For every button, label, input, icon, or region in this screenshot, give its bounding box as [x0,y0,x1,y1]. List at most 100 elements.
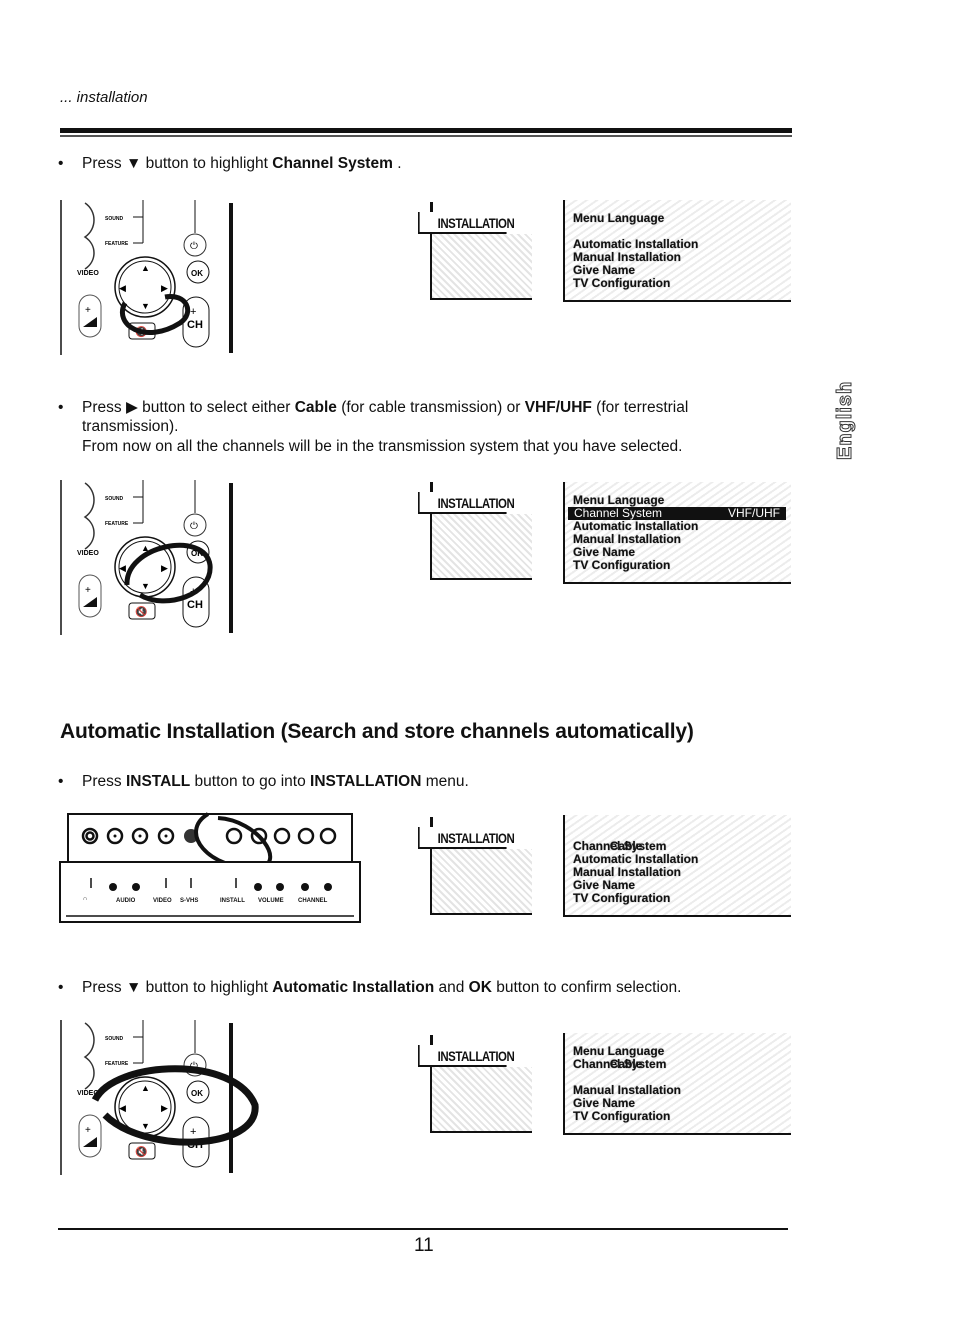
arrow-right-icon: ▶ [161,283,168,293]
osd-menu-item-label: Automatic Installation [573,519,699,533]
osd-menu-item-label: TV Configuration [573,1109,671,1123]
front-panel-label: VIDEO [153,898,172,904]
svg-text:OK: OK [191,1089,203,1098]
osd-menu-item-label: TV Configuration [573,276,671,290]
front-panel-drawing: ∩ AUDIO VIDEO S-VHS INSTALL VOLUME CHANNEL [59,812,361,923]
osd-menu-item-value: Cable [609,1057,643,1071]
step-text-fragment: Press [82,155,126,172]
remote-drawing: SOUND FEATURE ⏻ VIDEO ▲ ▼ ◀ ▶ OK + + CH … [60,480,233,635]
osd-menu-item: TV Configuration [573,559,670,572]
language-label: English [834,380,857,460]
step-text-fragment: button to go into [190,773,311,790]
svg-text:CH: CH [187,319,203,331]
osd-menu-item-value: VHF/UHF [728,506,780,520]
arrow-right-icon: ▶ [161,1103,168,1113]
step-text-fragment: menu. [421,773,469,790]
video-label: VIDEO [77,550,99,557]
osd-menu: Menu Language Channel System Cable Manual I… [563,1033,791,1135]
step-text-fragment: ▶ [125,399,138,416]
osd-menu-item-label: Menu Language [573,493,665,507]
osd-menu-item-label: Give Name [573,545,636,559]
front-panel-label: S-VHS [180,898,198,904]
osd-menu-item-label: Manual Installation [573,250,682,264]
front-panel-label: INSTALL [220,898,245,904]
osd-installation-tab: INSTALLATION [418,200,536,300]
remote-drawing: SOUND FEATURE ⏻ VIDEO ▲ ▼ ◀ ▶ OK + + CH … [60,200,233,355]
language-side-tab: English [822,330,866,460]
step-text: Press ▼ button to highlight Channel Syst… [82,155,402,172]
step-text-fragment: ▼ [125,979,142,996]
sound-label: SOUND [105,496,123,502]
step-keyword: Channel System [272,155,393,172]
bullet: • [58,399,64,416]
step-note: From now on all the channels will be in … [82,438,683,455]
arrow-left-icon: ◀ [119,563,126,573]
osd-menu-item-label: Give Name [573,878,636,892]
step-text-fragment: (for cable transmission) or [336,399,525,416]
svg-text:🔇: 🔇 [135,605,147,618]
arrow-up-icon: ▲ [141,263,150,273]
volume-button [78,294,102,338]
step-text-fragment: Press [82,979,126,996]
osd-menu-item: Channel System Cable [573,1058,666,1071]
remote-control-illustration: SOUND FEATURE ⏻ VIDEO ▲ ▼ ◀ ▶ OK + + CH … [55,1015,259,1180]
bullet: • [58,773,64,790]
step-text-fragment: button to highlight [141,155,273,172]
osd-tab-label: INSTALLATION [418,212,515,234]
step-text-fragment: Press [82,773,126,790]
bullet: • [58,979,64,996]
header-divider [60,128,792,133]
step-keyword: Cable [294,399,337,416]
step-text: Press INSTALL button to go into INSTALLA… [82,773,469,790]
remote-control-illustration: SOUND FEATURE ⏻ VIDEO ▲ ▼ ◀ ▶ OK + + CH … [55,195,245,360]
header-divider-thin [60,135,792,137]
arrow-down-icon: ▼ [141,581,150,591]
step-text-fragment: ▼ [125,155,142,172]
front-panel-label: AUDIO [116,898,136,904]
osd-menu: Channel System Cable Automatic Installatio… [563,815,791,917]
osd-menu-item-label: Menu Language [573,1044,665,1058]
osd-menu-item-label: Manual Installation [573,865,682,879]
arrow-up-icon: ▲ [141,1083,150,1093]
osd-tab-label: INSTALLATION [418,827,515,849]
bullet: • [58,155,64,172]
svg-text:⏻: ⏻ [190,241,198,252]
video-label: VIDEO [77,270,99,277]
osd-menu-item: TV Configuration [573,1110,670,1123]
svg-text:⏻: ⏻ [190,521,198,532]
arrow-down-icon: ▼ [141,1121,150,1131]
arrow-down-icon: ▼ [141,301,150,311]
section-header-label: ... installation [60,89,148,106]
step-text-fragment: button to confirm selection. [491,979,682,996]
arrow-left-icon: ◀ [119,283,126,293]
instruction-step: • Press ▼ button to highlight Automatic … [58,978,782,997]
section-title: Automatic Installation (Search and store… [60,720,694,743]
step-text: Press ▶ button to select either Cable (f… [82,399,693,435]
tv-front-panel-illustration: ∩ AUDIO VIDEO S-VHS INSTALL VOLUME CHANNEL [58,812,361,924]
feature-label: FEATURE [105,241,129,247]
svg-text:+: + [85,1125,91,1136]
osd-menu-item-label: TV Configuration [573,891,671,905]
step-keyword: OK [468,979,492,996]
osd-menu-item: TV Configuration [573,892,670,905]
page-number: 11 [414,1235,434,1256]
osd-menu: Menu Language Automatic Installation Manua… [563,200,791,302]
svg-text:+: + [190,306,196,318]
front-panel-label: VOLUME [258,898,284,904]
instruction-step: • Press ▼ button to highlight Channel Sy… [58,154,782,173]
instruction-step: • Press ▶ button to select either Cable … [58,398,772,456]
sound-label: SOUND [105,216,123,222]
svg-text:∩: ∩ [83,896,87,902]
step-keyword: INSTALL [125,773,191,790]
svg-text:+: + [85,305,91,316]
svg-text:🔇: 🔇 [135,1145,147,1158]
osd-menu-item-label: Manual Installation [573,532,682,546]
osd-menu-item-label: TV Configuration [573,558,671,572]
osd-menu-item: Menu Language [573,212,664,225]
front-panel-label: CHANNEL [298,898,328,904]
volume-button [78,574,102,618]
svg-text:CH: CH [187,599,203,611]
osd-tab-label: INSTALLATION [418,492,515,514]
osd-menu-item-label: Menu Language [573,211,665,225]
volume-button [78,1114,102,1158]
